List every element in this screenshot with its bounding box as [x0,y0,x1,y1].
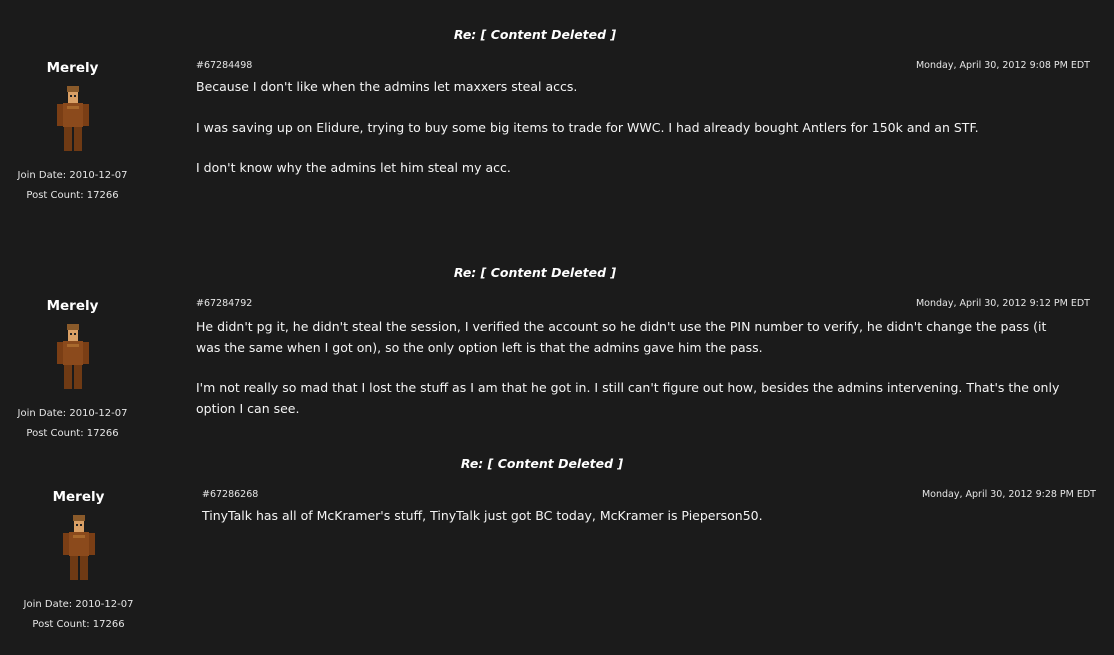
post-date: Monday, April 30, 2012 9:28 PM EDT [921,489,1096,500]
avatar[interactable] [53,322,93,392]
username-link[interactable]: Merely [0,298,145,316]
post-paragraph: I'm not really so mad that I lost the st… [196,380,1060,416]
post-count: Post Count: 17266 [32,619,125,630]
post-body: He didn't pg it, he didn't steal the ses… [196,317,1066,439]
join-date: Join Date: 2010-12-07 [23,599,134,610]
post-paragraph: TinyTalk has all of McKramer's stuff, Ti… [202,508,763,523]
post-date: Monday, April 30, 2012 9:12 PM EDT [915,298,1090,309]
user-panel: Merely Join Date: 2010-12-07 Post Count:… [0,60,145,206]
post-paragraph: He didn't pg it, he didn't steal the ses… [196,319,1047,355]
post-date: Monday, April 30, 2012 9:08 PM EDT [915,60,1090,71]
user-panel: Merely Join Date: 2010-12-07 Post Count:… [6,489,151,635]
join-date: Join Date: 2010-12-07 [17,408,128,419]
post-paragraph: I was saving up on Elidure, trying to bu… [196,119,979,135]
post-paragraph: Because I don't like when the admins let… [196,79,578,94]
username-link[interactable]: Merely [0,60,145,78]
post-count: Post Count: 17266 [26,190,119,201]
post-body: Because I don't like when the admins let… [196,77,1076,199]
post-title[interactable]: Re: [ Content Deleted ] [0,265,1070,280]
post-id: #67284792 [196,298,253,309]
user-panel: Merely Join Date: 2010-12-07 Post Count:… [0,298,145,444]
post-title[interactable]: Re: [ Content Deleted ] [7,456,1077,471]
post-title[interactable]: Re: [ Content Deleted ] [0,27,1070,42]
post-paragraph: I don't know why the admins let him stea… [196,160,511,175]
avatar[interactable] [53,84,93,154]
join-date: Join Date: 2010-12-07 [17,170,128,181]
post-id: #67284498 [196,60,253,71]
post-count: Post Count: 17266 [26,428,119,439]
username-link[interactable]: Merely [6,489,151,507]
post-body: TinyTalk has all of McKramer's stuff, Ti… [202,506,1072,547]
avatar[interactable] [59,513,99,583]
post-id: #67286268 [202,489,259,500]
